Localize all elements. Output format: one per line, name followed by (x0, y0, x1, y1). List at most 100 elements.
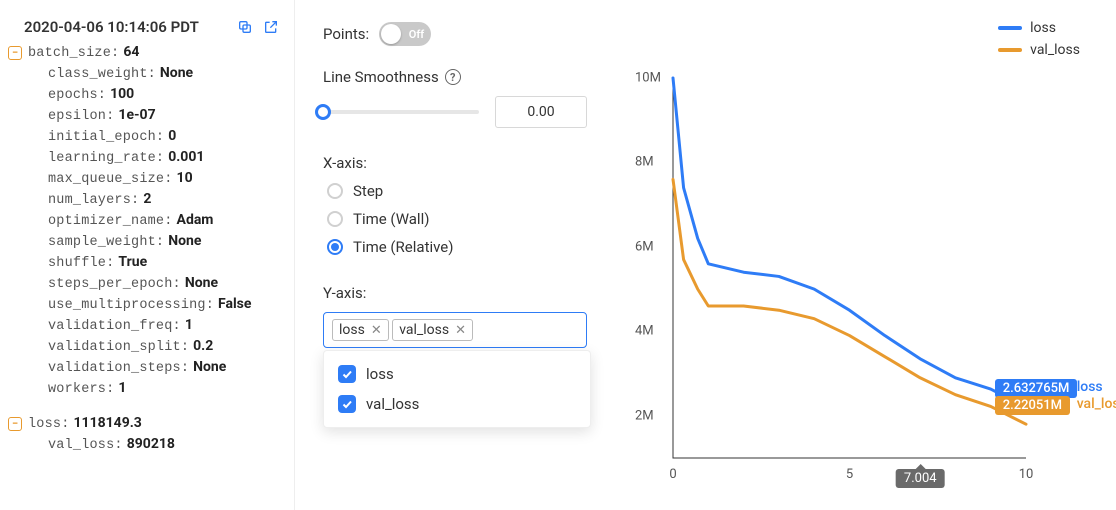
legend-swatch-icon (998, 26, 1022, 30)
yaxis-label: Y-axis: (323, 284, 587, 302)
kv-row: class_weight: None (48, 65, 280, 82)
param-value: 1e-07 (118, 107, 155, 123)
dropdown-item-val_loss[interactable]: val_loss (324, 389, 590, 419)
param-value: None (193, 359, 226, 375)
kv-row: epsilon: 1e-07 (48, 107, 280, 124)
radio-time-wall-[interactable]: Time (Wall) (327, 210, 587, 228)
legend-item-val_loss[interactable]: val_loss (998, 42, 1080, 58)
y-tick-label: 8M (635, 155, 654, 170)
smoothness-slider[interactable] (323, 110, 479, 114)
points-toggle-state: Off (409, 28, 424, 41)
legend-swatch-icon (998, 48, 1022, 52)
param-key: class_weight: (48, 67, 156, 82)
param-key: optimizer_name: (48, 214, 173, 229)
param-key: sample_weight: (48, 235, 164, 250)
kv-row: validation_freq: 1 (48, 317, 280, 334)
param-key: epsilon: (48, 109, 114, 124)
open-external-icon[interactable] (262, 18, 280, 36)
dropdown-item-label: val_loss (366, 395, 419, 413)
chart-panel: lossval_loss 10M8M6M4M2M 05107.004 2.632… (605, 0, 1116, 510)
param-value: 0.2 (193, 338, 213, 354)
param-key: steps_per_epoch: (48, 277, 181, 292)
yaxis-dropdown: loss val_loss (323, 350, 591, 428)
callout-value-loss: 2.632765M (995, 379, 1078, 398)
param-value: 10 (177, 170, 193, 186)
radio-label: Time (Relative) (353, 238, 453, 256)
smoothness-label: Line Smoothness (323, 68, 439, 86)
y-tick-label: 10M (635, 71, 661, 86)
kv-row: use_multiprocessing: False (48, 296, 280, 313)
kv-row: val_loss: 890218 (48, 436, 280, 453)
chip-val_loss[interactable]: val_loss ✕ (392, 319, 473, 341)
param-value: True (118, 254, 147, 270)
kv-row: optimizer_name: Adam (48, 212, 280, 229)
param-key: workers: (48, 382, 114, 397)
close-icon[interactable]: ✕ (371, 323, 382, 338)
dropdown-item-loss[interactable]: loss (324, 359, 590, 389)
param-key: num_layers: (48, 193, 139, 208)
param-value: 890218 (127, 436, 175, 452)
radio-label: Time (Wall) (353, 210, 429, 228)
param-key: validation_split: (48, 340, 189, 355)
callout-label-val_loss: val_loss (1077, 396, 1116, 412)
chip-loss[interactable]: loss ✕ (332, 319, 389, 341)
param-list: −batch_size: 64class_weight: Noneepochs:… (28, 44, 280, 397)
param-key: validation_steps: (48, 361, 189, 376)
x-cursor-marker: 7.004 (896, 469, 945, 488)
smoothness-input[interactable]: 0.00 (495, 96, 587, 128)
yaxis-chip-input[interactable]: loss ✕ val_loss ✕ (323, 312, 587, 348)
radio-dot-icon (327, 183, 343, 199)
x-tick-label: 0 (669, 467, 676, 482)
kv-row: sample_weight: None (48, 233, 280, 250)
radio-step[interactable]: Step (327, 182, 587, 200)
param-key: val_loss: (48, 438, 123, 453)
param-key: batch_size: (28, 46, 119, 61)
series-line-val_loss[interactable] (673, 179, 1026, 424)
param-key: loss: (28, 417, 70, 432)
close-icon[interactable]: ✕ (455, 323, 466, 338)
chart-legend: loss val_loss (998, 20, 1080, 58)
kv-row: −loss: 1118149.3 (8, 415, 280, 432)
sidebar: 2020-04-06 10:14:06 PDT −batch_size: 64c… (0, 0, 295, 510)
x-tick-label: 5 (846, 467, 853, 482)
kv-row: −batch_size: 64 (8, 44, 280, 61)
kv-row: validation_split: 0.2 (48, 338, 280, 355)
param-value: 1 (118, 380, 126, 396)
legend-label: val_loss (1030, 42, 1080, 58)
series-line-loss[interactable] (673, 78, 1026, 407)
callout-label-loss: loss (1077, 379, 1103, 395)
radio-dot-icon (327, 211, 343, 227)
param-value: 1118149.3 (74, 415, 142, 431)
metric-list: −loss: 1118149.3val_loss: 890218 (28, 415, 280, 453)
x-tick-label: 10 (1019, 467, 1034, 482)
y-tick-label: 6M (635, 239, 654, 254)
param-value: 100 (110, 86, 134, 102)
legend-item-loss[interactable]: loss (998, 20, 1080, 36)
param-value: 0 (168, 128, 176, 144)
xaxis-radio-group: Step Time (Wall) Time (Relative) (327, 182, 587, 256)
help-icon[interactable]: ? (445, 69, 461, 85)
param-key: epochs: (48, 88, 106, 103)
kv-row: epochs: 100 (48, 86, 280, 103)
copy-icon[interactable] (236, 18, 254, 36)
controls-panel: Points: Off Line Smoothness ? 0.00 X-axi… (295, 0, 605, 510)
slider-thumb[interactable] (315, 104, 331, 120)
collapse-icon[interactable]: − (8, 46, 22, 60)
param-key: validation_freq: (48, 319, 181, 334)
radio-dot-icon (327, 239, 343, 255)
points-toggle[interactable]: Off (379, 22, 431, 46)
collapse-icon[interactable]: − (8, 417, 22, 431)
checkbox-checked-icon (338, 365, 356, 383)
chip-label: val_loss (399, 322, 449, 338)
chart-plot-area[interactable] (673, 78, 1026, 458)
chip-label: loss (339, 322, 365, 338)
param-key: use_multiprocessing: (48, 298, 214, 313)
radio-time-relative-[interactable]: Time (Relative) (327, 238, 587, 256)
param-key: max_queue_size: (48, 172, 173, 187)
kv-row: initial_epoch: 0 (48, 128, 280, 145)
kv-row: validation_steps: None (48, 359, 280, 376)
kv-row: learning_rate: 0.001 (48, 149, 280, 166)
radio-label: Step (353, 182, 383, 200)
kv-row: shuffle: True (48, 254, 280, 271)
param-value: False (218, 296, 251, 312)
